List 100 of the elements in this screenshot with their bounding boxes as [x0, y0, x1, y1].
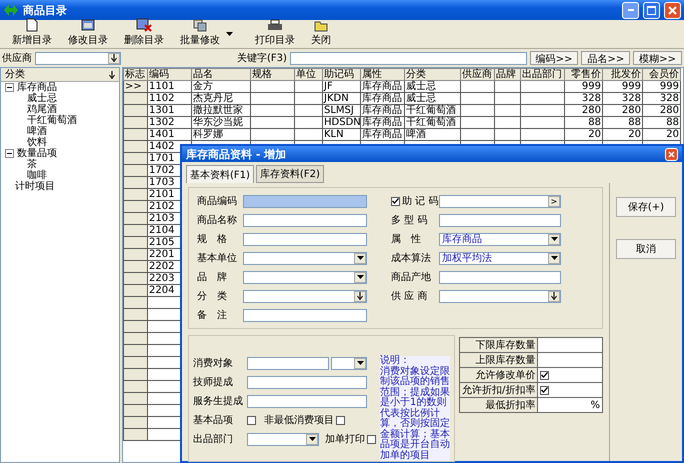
row-header[interactable]: [124, 152, 148, 164]
search-mode-button[interactable]: 品名>>: [581, 51, 630, 65]
checkbox[interactable]: [247, 416, 256, 424]
dialog-button[interactable]: 保存(+): [616, 197, 676, 217]
row-header[interactable]: [124, 344, 148, 356]
input-field[interactable]: [243, 308, 367, 322]
column-header[interactable]: 助记码: [322, 68, 360, 80]
tab[interactable]: 基本资料(F1): [186, 165, 254, 183]
row-header[interactable]: >>: [124, 80, 148, 92]
row-header[interactable]: [124, 260, 148, 272]
dropdown-button[interactable]: [548, 234, 560, 244]
tree-item[interactable]: 茶: [27, 159, 37, 170]
checkbox[interactable]: [336, 416, 345, 424]
column-header[interactable]: 分类: [404, 68, 460, 80]
close-button[interactable]: [664, 2, 681, 18]
column-header[interactable]: 编码: [148, 68, 192, 80]
row-header[interactable]: [124, 272, 148, 284]
row-header[interactable]: [124, 248, 148, 260]
input-field[interactable]: [243, 232, 367, 246]
dialog-button[interactable]: 取消: [616, 239, 676, 259]
column-header[interactable]: 单位: [294, 68, 322, 80]
collapse-icon[interactable]: [5, 149, 14, 158]
column-header[interactable]: 品牌: [494, 68, 520, 80]
toolbar-button[interactable]: 新增目录: [6, 18, 58, 48]
row-header[interactable]: [124, 104, 148, 116]
column-header[interactable]: 属性: [360, 68, 404, 80]
tree-item[interactable]: 数量品项: [17, 148, 57, 159]
search-mode-button[interactable]: 模糊>>: [633, 51, 682, 65]
collapse-icon[interactable]: [5, 83, 14, 92]
input-field[interactable]: [243, 214, 367, 226]
input-field[interactable]: [243, 194, 367, 208]
column-header[interactable]: 供应商: [460, 68, 494, 80]
input-field[interactable]: [538, 338, 602, 352]
dropdown-button[interactable]: [548, 252, 560, 264]
dropdown-button[interactable]: [306, 434, 318, 444]
column-header[interactable]: 零售价: [564, 68, 602, 80]
toolbar-button[interactable]: 删除目录: [118, 18, 170, 48]
dropdown-field[interactable]: [331, 356, 367, 370]
row-header[interactable]: [124, 116, 148, 128]
tree-item[interactable]: 威士忌: [27, 93, 57, 104]
tree-item[interactable]: 咖啡: [27, 170, 47, 181]
close-button[interactable]: [665, 148, 678, 160]
checkbox[interactable]: [391, 196, 400, 206]
row-header[interactable]: [124, 296, 148, 308]
tree-item[interactable]: 干红葡萄酒: [27, 115, 77, 126]
dropdown-button[interactable]: [354, 358, 366, 368]
row-header[interactable]: [124, 200, 148, 212]
row-header[interactable]: [124, 224, 148, 236]
dropdown-button[interactable]: [354, 272, 366, 282]
input-field[interactable]: [243, 290, 367, 302]
input-field[interactable]: [247, 356, 329, 370]
column-header[interactable]: 批发价: [602, 68, 642, 80]
lookup-button[interactable]: >: [548, 196, 560, 206]
input-field[interactable]: [243, 252, 367, 264]
input-field[interactable]: >: [439, 194, 561, 208]
row-header[interactable]: [124, 176, 148, 188]
input-field[interactable]: [439, 290, 561, 302]
checkbox[interactable]: [367, 434, 376, 444]
row-header[interactable]: [124, 392, 148, 404]
row-header[interactable]: [124, 92, 148, 104]
checkbox[interactable]: [540, 386, 550, 394]
dropdown-button[interactable]: [354, 252, 366, 264]
input-field[interactable]: 加权平均法: [439, 252, 561, 264]
column-header[interactable]: 品名: [192, 68, 250, 80]
tree-item[interactable]: 鸡尾酒: [27, 104, 57, 115]
row-header[interactable]: [124, 236, 148, 248]
row-header[interactable]: [124, 368, 148, 380]
input-field[interactable]: [243, 270, 367, 284]
column-header[interactable]: 标志: [124, 68, 148, 80]
row-header[interactable]: [124, 320, 148, 332]
column-header[interactable]: 会员价: [642, 68, 680, 80]
maximize-button[interactable]: [643, 2, 660, 18]
row-header[interactable]: [124, 188, 148, 200]
tab[interactable]: 库存资料(F2): [256, 165, 324, 183]
checkbox[interactable]: [540, 370, 550, 380]
tree-item[interactable]: 饮料: [27, 137, 47, 148]
input-field[interactable]: %: [538, 398, 602, 412]
lookup-button[interactable]: [354, 290, 366, 302]
column-header[interactable]: 出品部门: [520, 68, 564, 80]
row-header[interactable]: [124, 164, 148, 176]
row-header[interactable]: [124, 356, 148, 368]
row-header[interactable]: [124, 380, 148, 392]
dropdown-field[interactable]: [247, 432, 319, 446]
input-field[interactable]: 库存商品: [439, 232, 561, 246]
input-field[interactable]: [538, 352, 602, 368]
input-field[interactable]: [439, 270, 561, 284]
column-header[interactable]: 规格: [250, 68, 294, 80]
lookup-button[interactable]: [108, 52, 120, 64]
search-mode-button[interactable]: 编码>>: [530, 51, 578, 65]
toolbar-button[interactable]: 批量修改: [174, 19, 226, 48]
toolbar-button[interactable]: 打印目录: [249, 19, 301, 48]
toolbar-button[interactable]: 关闭: [305, 19, 337, 48]
input-field[interactable]: [247, 394, 367, 408]
tree-item[interactable]: 啤酒: [27, 126, 47, 137]
tree-item[interactable]: 库存商品: [17, 82, 57, 93]
input-field[interactable]: [439, 214, 561, 226]
row-header[interactable]: [124, 212, 148, 224]
row-header[interactable]: [124, 332, 148, 344]
row-header[interactable]: [124, 416, 148, 428]
minimize-button[interactable]: [622, 2, 639, 18]
